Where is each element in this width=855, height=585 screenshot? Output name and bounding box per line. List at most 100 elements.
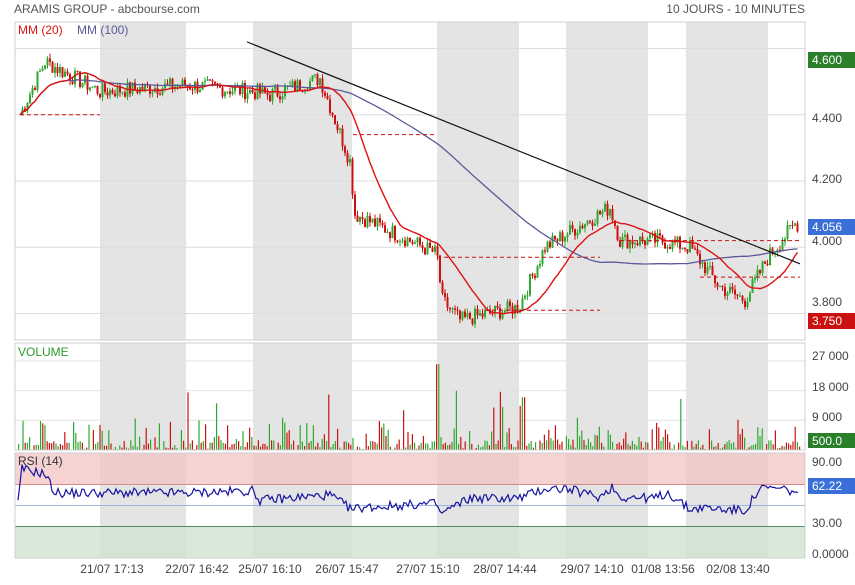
volume-bar [425, 443, 426, 450]
price-candle [364, 219, 366, 227]
volume-bar [432, 442, 433, 450]
price-tick-label: 4.200 [812, 172, 842, 186]
rsi-tick-label: 0.0000 [812, 547, 849, 561]
volume-bar [209, 443, 210, 450]
volume-bar [27, 443, 28, 450]
volume-bar [38, 445, 39, 450]
price-candle [457, 310, 459, 311]
volume-bar [520, 406, 521, 450]
volume-bar [132, 446, 133, 450]
volume-bar [421, 443, 422, 450]
volume-bar [647, 443, 648, 450]
volume-bar [610, 435, 611, 450]
price-candle [612, 209, 614, 220]
price-candle [629, 240, 631, 248]
price-candle [664, 243, 666, 249]
volume-bar [135, 418, 136, 450]
price-candle [422, 245, 424, 248]
price-candle [469, 313, 471, 319]
price-candle [369, 216, 371, 222]
volume-bar [652, 429, 653, 450]
price-candle [522, 298, 524, 309]
volume-bar [284, 423, 285, 450]
price-candle [64, 72, 66, 77]
volume-bar [55, 444, 56, 450]
volume-bar [509, 428, 510, 450]
price-candle [682, 248, 684, 249]
volume-bar [616, 444, 617, 450]
stock-chart: ARAMIS GROUP - abcbourse.com 10 JOURS - … [0, 0, 855, 580]
price-candle [527, 295, 529, 296]
volume-bar [344, 442, 345, 450]
volume-bar [291, 444, 292, 450]
price-candle [479, 313, 481, 315]
price-candle [172, 79, 174, 89]
volume-bar [594, 435, 595, 450]
volume-bar [368, 446, 369, 450]
price-candle [627, 235, 629, 249]
price-candle [352, 159, 354, 194]
volume-bar [440, 437, 441, 450]
volume-bar [300, 425, 301, 450]
volume-bar [192, 440, 193, 450]
volume-bar [311, 441, 312, 450]
volume-bar [258, 440, 259, 450]
price-candle [97, 86, 99, 94]
price-candle [462, 311, 464, 319]
volume-bar [458, 444, 459, 450]
price-candle [604, 204, 606, 211]
volume-bar [583, 440, 584, 450]
volume-bar [484, 440, 485, 450]
price-candle [707, 267, 709, 273]
volume-bar [181, 430, 182, 450]
volume-bar [469, 431, 470, 450]
price-candle [722, 286, 724, 287]
volume-bar [352, 438, 353, 450]
volume-bar [555, 425, 556, 450]
volume-bar [44, 425, 45, 450]
volume-bar [590, 442, 591, 450]
price-candle [734, 290, 736, 295]
volume-bar [25, 443, 26, 450]
price-candle [474, 309, 476, 324]
price-candle [709, 266, 711, 267]
price-candle [554, 236, 556, 240]
price-candle [767, 264, 769, 265]
price-candle [209, 79, 211, 80]
volume-bar [106, 446, 107, 450]
volume-bar [553, 441, 554, 450]
price-candle [532, 274, 534, 276]
volume-bar [40, 421, 41, 450]
volume-bar [139, 437, 140, 450]
volume-bar [592, 446, 593, 450]
volume-bar [773, 444, 774, 450]
price-candle [394, 226, 396, 240]
price-candle [609, 209, 611, 215]
volume-bar [183, 441, 184, 450]
price-candle [587, 221, 589, 224]
volume-bar [337, 429, 338, 450]
price-candle [787, 225, 789, 239]
volume-bar [528, 443, 529, 450]
volume-bar [731, 443, 732, 450]
rsi-tick-label: 90.00 [812, 455, 842, 469]
price-candle [764, 261, 766, 263]
price-candle [732, 287, 734, 290]
volume-bar [619, 442, 620, 450]
volume-bar [539, 441, 540, 450]
volume-bar [506, 432, 507, 450]
price-candle [102, 83, 104, 97]
volume-bar [231, 444, 232, 450]
volume-bar [80, 441, 81, 450]
volume-bar [581, 431, 582, 450]
volume-bar [286, 433, 287, 450]
price-candle [637, 243, 639, 245]
volume-bar [104, 446, 105, 450]
price-candle [309, 81, 311, 90]
price-candle [292, 81, 294, 85]
price-candle [574, 229, 576, 236]
volume-bar [418, 446, 419, 450]
chart-title: ARAMIS GROUP - abcbourse.com [14, 2, 200, 16]
volume-bar [427, 444, 428, 450]
volume-bar [214, 437, 215, 450]
